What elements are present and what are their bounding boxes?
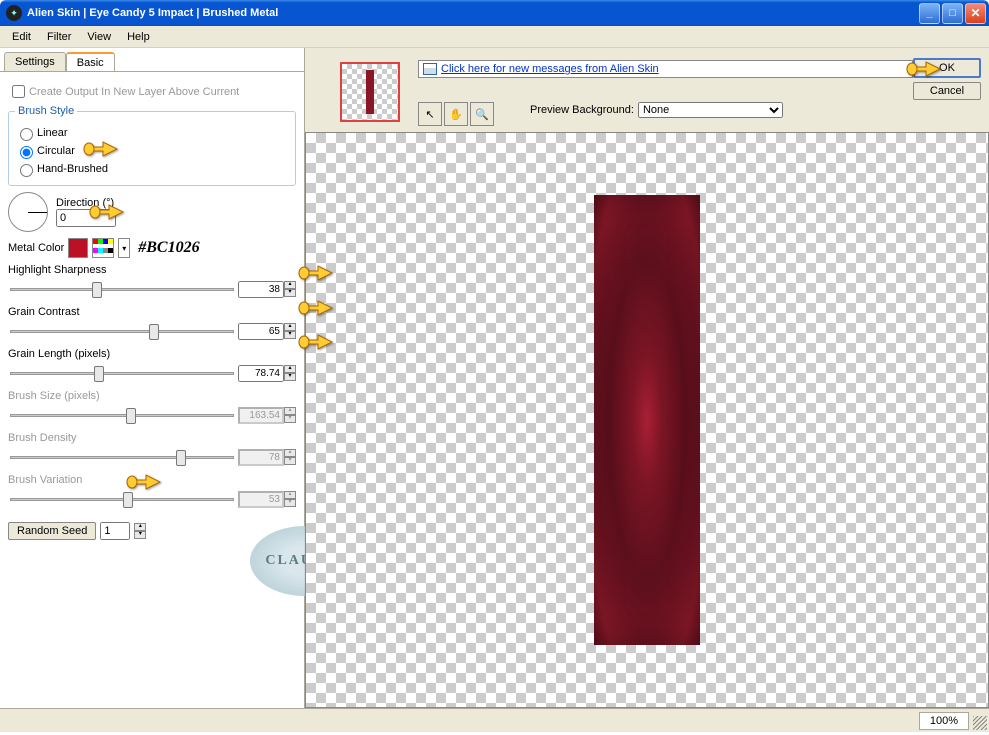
brushed-metal-preview [594, 195, 700, 645]
close-button[interactable]: ✕ [965, 3, 986, 24]
move-tool-icon[interactable]: ↖ [418, 102, 442, 126]
brush-size-input [238, 407, 284, 424]
metal-color-label: Metal Color [8, 242, 64, 254]
menu-view[interactable]: View [79, 29, 119, 45]
tab-basic[interactable]: Basic [66, 52, 115, 72]
random-seed-button[interactable]: Random Seed [8, 522, 96, 540]
cancel-button[interactable]: Cancel [913, 82, 981, 100]
random-seed-input[interactable] [100, 522, 130, 540]
brush-style-hand[interactable]: Hand-Brushed [15, 161, 289, 177]
metal-color-hex: #BC1026 [138, 239, 199, 257]
menubar: Edit Filter View Help [0, 26, 989, 48]
direction-dial[interactable] [8, 192, 48, 232]
random-seed-spin-down[interactable]: ▾ [134, 531, 146, 539]
grain-length-slider[interactable] [10, 364, 234, 382]
highlight-label: Highlight Sharpness [8, 264, 296, 276]
grain-length-label: Grain Length (pixels) [8, 348, 296, 360]
highlight-spin-down[interactable]: ▾ [284, 289, 296, 297]
menu-filter[interactable]: Filter [39, 29, 79, 45]
titlebar: ✦ Alien Skin | Eye Candy 5 Impact | Brus… [0, 0, 989, 26]
grain-contrast-label: Grain Contrast [8, 306, 296, 318]
create-output-label: Create Output In New Layer Above Current [29, 86, 239, 98]
preview-bg-label: Preview Background: [530, 104, 634, 116]
direction-label: Direction (°) [56, 197, 116, 209]
preview-bg-select[interactable]: None [638, 102, 783, 118]
brush-style-circular[interactable]: Circular [15, 143, 289, 159]
grain-length-input[interactable] [238, 365, 284, 382]
grain-contrast-spin-up[interactable]: ▴ [284, 323, 296, 331]
brush-density-input [238, 449, 284, 466]
grain-contrast-spin-down[interactable]: ▾ [284, 331, 296, 339]
app-icon: ✦ [6, 5, 22, 21]
create-output-checkbox-row[interactable]: Create Output In New Layer Above Current [8, 82, 296, 101]
brush-size-label: Brush Size (pixels) [8, 390, 296, 402]
tab-settings[interactable]: Settings [4, 52, 66, 72]
minimize-button[interactable]: _ [919, 3, 940, 24]
highlight-input[interactable] [238, 281, 284, 298]
menu-edit[interactable]: Edit [4, 29, 39, 45]
brush-density-spin-up: ▴ [284, 449, 296, 457]
zoom-tool-icon[interactable]: 🔍 [470, 102, 494, 126]
create-output-checkbox[interactable] [12, 85, 25, 98]
preview-thumb[interactable] [340, 62, 400, 122]
resize-grip[interactable] [973, 716, 987, 730]
preview-panel: Click here for new messages from Alien S… [305, 48, 989, 708]
zoom-level: 100% [919, 712, 969, 730]
direction-input[interactable] [56, 209, 116, 227]
brush-variation-slider [10, 490, 234, 508]
hand-tool-icon[interactable]: ✋ [444, 102, 468, 126]
maximize-button[interactable]: □ [942, 3, 963, 24]
brush-style-linear[interactable]: Linear [15, 125, 289, 141]
brush-variation-label: Brush Variation [8, 474, 296, 486]
grain-contrast-slider[interactable] [10, 322, 234, 340]
random-seed-spin-up[interactable]: ▴ [134, 523, 146, 531]
window-title: Alien Skin | Eye Candy 5 Impact | Brushe… [27, 7, 919, 19]
brush-density-slider [10, 448, 234, 466]
metal-color-palette[interactable] [92, 238, 114, 258]
grain-length-spin-up[interactable]: ▴ [284, 365, 296, 373]
brush-style-legend: Brush Style [15, 105, 77, 117]
metal-color-dropdown[interactable]: ▾ [118, 238, 130, 258]
brush-size-spin-down: ▾ [284, 415, 296, 423]
menu-help[interactable]: Help [119, 29, 158, 45]
preview-area[interactable] [305, 132, 989, 708]
brush-size-slider [10, 406, 234, 424]
message-link[interactable]: Click here for new messages from Alien S… [418, 60, 913, 78]
brush-size-spin-up: ▴ [284, 407, 296, 415]
grain-contrast-input[interactable] [238, 323, 284, 340]
grain-length-spin-down[interactable]: ▾ [284, 373, 296, 381]
brush-density-label: Brush Density [8, 432, 296, 444]
statusbar: 100% [0, 708, 989, 732]
brush-variation-input [238, 491, 284, 508]
brush-density-spin-down: ▾ [284, 457, 296, 465]
highlight-slider[interactable] [10, 280, 234, 298]
brush-variation-spin-down: ▾ [284, 499, 296, 507]
highlight-spin-up[interactable]: ▴ [284, 281, 296, 289]
brush-variation-spin-up: ▴ [284, 491, 296, 499]
message-icon [423, 63, 437, 75]
ok-button[interactable]: OK [913, 58, 981, 78]
message-text: Click here for new messages from Alien S… [441, 63, 659, 75]
settings-panel: Settings Basic Create Output In New Laye… [0, 48, 305, 708]
metal-color-swatch[interactable] [68, 238, 88, 258]
brush-style-group: Brush Style Linear Circular Hand-Brushed [8, 105, 296, 186]
